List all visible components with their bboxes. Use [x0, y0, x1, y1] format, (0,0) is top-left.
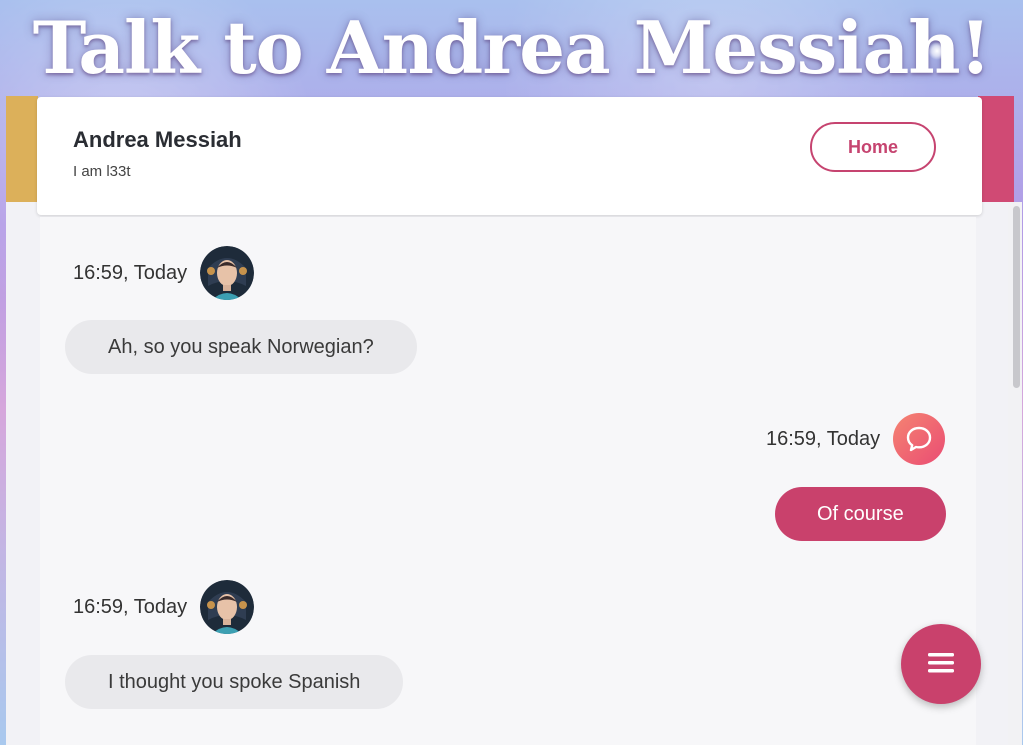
- contact-status: I am l33t: [73, 163, 131, 180]
- message-bubble-incoming: Ah, so you speak Norwegian?: [65, 320, 417, 374]
- message-time: 16:59, Today: [766, 427, 881, 450]
- sparkle-decoration: [928, 42, 946, 60]
- message-meta: 16:59, Today: [766, 413, 946, 465]
- side-accent-right: [978, 96, 1014, 202]
- message-meta: 16:59, Today: [73, 246, 255, 300]
- message-time: 16:59, Today: [73, 595, 188, 618]
- message-bubble-incoming: I thought you spoke Spanish: [65, 655, 404, 709]
- message-bubble-outgoing: Of course: [775, 487, 946, 541]
- menu-icon: [928, 652, 954, 677]
- avatar: [200, 580, 255, 634]
- chat-header: Andrea Messiah I am l33t Home: [37, 97, 982, 215]
- home-button[interactable]: Home: [810, 122, 936, 172]
- side-accent-left: [6, 96, 38, 202]
- message-meta: 16:59, Today: [73, 580, 255, 634]
- scrollbar-thumb[interactable]: [1013, 206, 1020, 388]
- page: Talk to Andrea Messiah! Andrea Messiah I…: [0, 0, 1023, 745]
- contact-name: Andrea Messiah: [73, 127, 242, 152]
- menu-button[interactable]: [901, 624, 981, 704]
- avatar: [200, 246, 255, 300]
- message-time: 16:59, Today: [73, 261, 188, 284]
- chat-bubble-icon: [893, 413, 946, 465]
- banner-title: Talk to Andrea Messiah!: [32, 4, 992, 90]
- banner: Talk to Andrea Messiah!: [0, 0, 1023, 96]
